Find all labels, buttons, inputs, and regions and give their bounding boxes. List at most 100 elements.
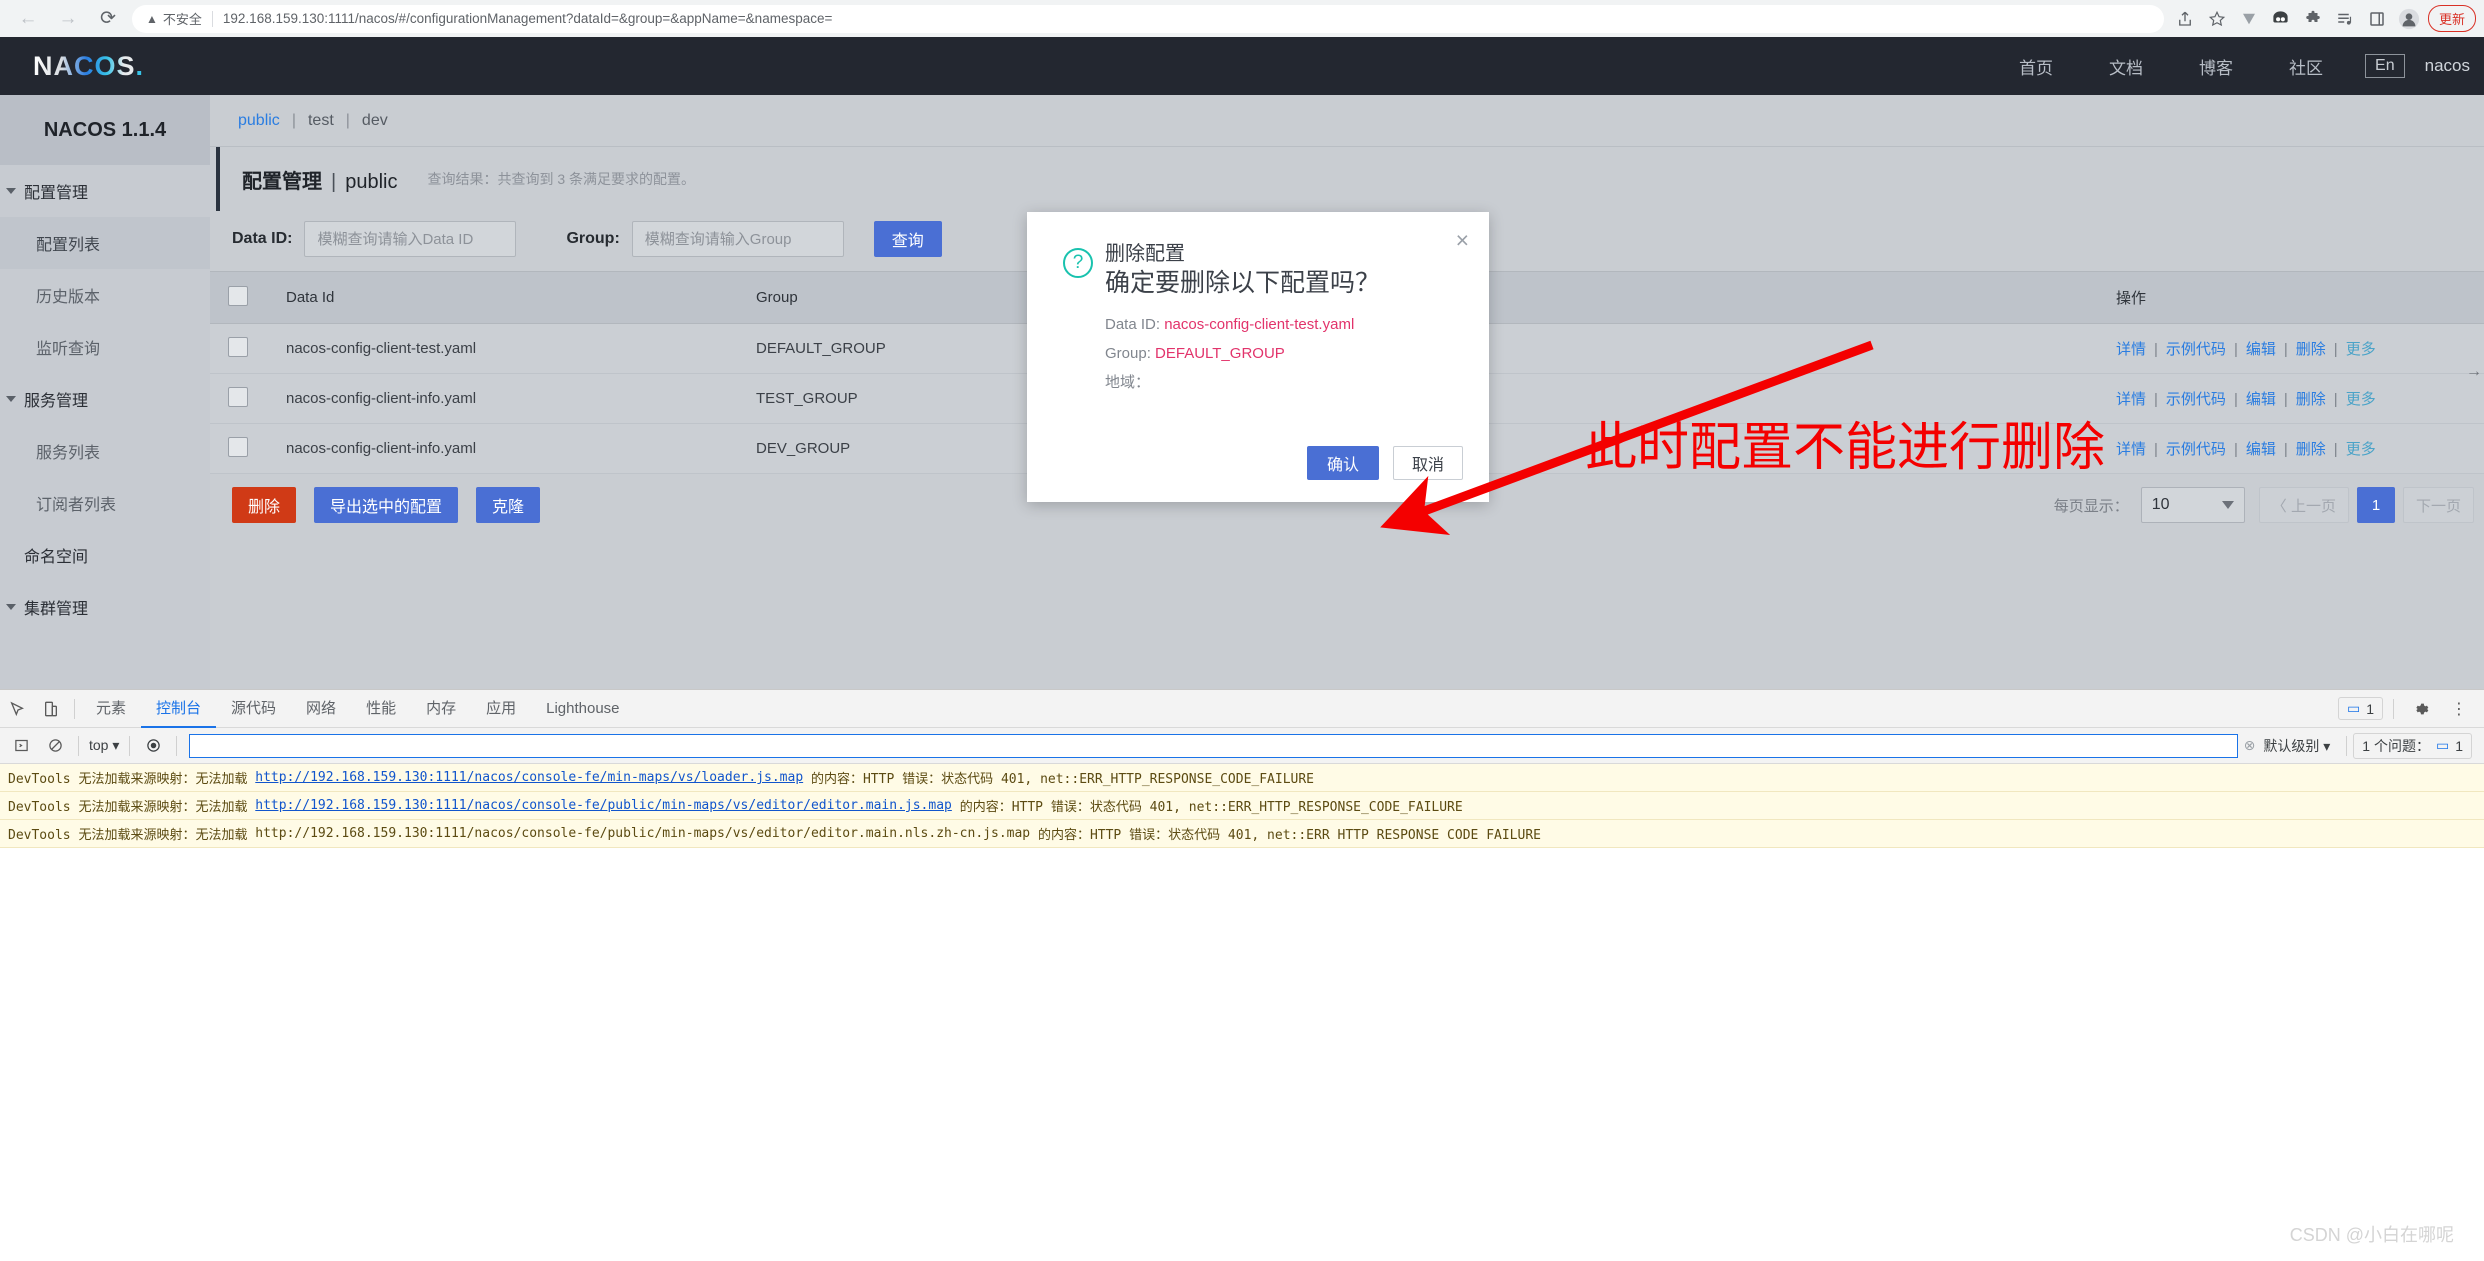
address-bar[interactable]: ▲ 不安全 192.168.159.130:1111/nacos/#/confi… (132, 4, 2164, 33)
op-detail[interactable]: 详情 (2116, 441, 2146, 458)
sidebar-item-subscriber-list[interactable]: 订阅者列表 (0, 477, 210, 529)
user-menu[interactable]: nacos (2425, 56, 2474, 76)
op-detail[interactable]: 详情 (2116, 391, 2146, 408)
search-dataid-input[interactable] (304, 221, 517, 257)
nav-blog[interactable]: 博客 (2171, 54, 2261, 79)
issues-counter-chip[interactable]: ▭ 1 (2337, 697, 2383, 720)
op-detail[interactable]: 详情 (2116, 341, 2146, 358)
op-sample-code[interactable]: 示例代码 (2166, 341, 2226, 358)
back-arrow-icon[interactable]: ← (8, 4, 48, 34)
page-size-select[interactable]: 10 (2140, 487, 2245, 523)
op-edit[interactable]: 编辑 (2246, 441, 2276, 458)
clear-console-icon[interactable] (38, 729, 72, 763)
search-submit-button[interactable]: 查询 (873, 221, 942, 257)
page-title-namespace: public (345, 170, 398, 193)
csdn-watermark: CSDN @小白在哪呢 (2289, 1225, 2454, 1245)
console-context-selector[interactable]: top ▾ (85, 737, 123, 754)
sidepanel-icon[interactable] (2362, 4, 2392, 34)
devtools-tab-console[interactable]: 控制台 (141, 690, 217, 728)
namespace-tab-public[interactable]: public (238, 112, 280, 130)
op-edit[interactable]: 编辑 (2246, 391, 2276, 408)
search-group-input[interactable] (631, 221, 844, 257)
console-message-url[interactable]: http://192.168.159.130:1111/nacos/consol… (255, 770, 803, 785)
gear-icon[interactable] (2404, 692, 2438, 726)
sidebar-item-config-management[interactable]: 配置管理 (0, 165, 210, 217)
devtools-tab-network[interactable]: 网络 (291, 690, 351, 728)
device-toolbar-icon[interactable] (34, 692, 68, 726)
extension-panda-icon[interactable] (2266, 4, 2296, 34)
row-checkbox[interactable] (228, 436, 248, 457)
live-expression-eye-icon[interactable] (136, 729, 170, 763)
namespace-tab-dev[interactable]: dev (362, 112, 388, 130)
nav-community[interactable]: 社区 (2261, 54, 2351, 79)
op-sample-code[interactable]: 示例代码 (2166, 441, 2226, 458)
sidebar-item-service-list[interactable]: 服务列表 (0, 425, 210, 477)
export-selected-button[interactable]: 导出选中的配置 (314, 487, 459, 523)
sidebar-item-listener-query[interactable]: 监听查询 (0, 321, 210, 373)
row-operations: 详情 | 示例代码 | 编辑 | 删除 | 更多 (2098, 423, 2484, 474)
inspect-cursor-icon[interactable] (0, 692, 34, 726)
kebab-menu-icon[interactable]: ⋮ (2442, 692, 2476, 726)
clear-filter-icon[interactable]: ⊗ (2244, 737, 2256, 754)
console-filter-input[interactable] (189, 733, 2238, 758)
console-level-dropdown[interactable]: 默认级别 ▾ (2263, 736, 2330, 756)
console-message-url[interactable]: http://192.168.159.130:1111/nacos/consol… (255, 798, 952, 813)
profile-avatar-icon[interactable] (2394, 4, 2424, 34)
page-number-1[interactable]: 1 (2356, 487, 2395, 523)
playlist-icon[interactable] (2330, 4, 2360, 34)
op-delete[interactable]: 删除 (2296, 391, 2326, 408)
devtools-tab-sources[interactable]: 源代码 (216, 690, 291, 728)
op-delete[interactable]: 删除 (2296, 341, 2326, 358)
share-icon[interactable] (2170, 4, 2200, 34)
reload-icon[interactable]: ⟳ (88, 4, 128, 34)
op-more[interactable]: 更多 (2346, 441, 2376, 458)
select-all-cell (210, 271, 268, 324)
sidebar-item-namespace[interactable]: 命名空间 (0, 529, 210, 581)
op-more[interactable]: 更多 (2346, 391, 2376, 408)
puzzle-icon[interactable] (2298, 4, 2328, 34)
delete-button[interactable]: 删除 (232, 487, 297, 523)
forward-arrow-icon[interactable]: → (48, 4, 88, 34)
op-edit[interactable]: 编辑 (2246, 341, 2276, 358)
devtools-tab-memory[interactable]: 内存 (411, 690, 471, 728)
next-page-button[interactable]: 下一页 (2402, 487, 2474, 523)
download-icon[interactable] (2234, 4, 2264, 34)
row-checkbox[interactable] (228, 336, 248, 357)
dialog-cancel-button[interactable]: 取消 (1392, 446, 1463, 480)
nav-docs[interactable]: 文档 (2081, 54, 2171, 79)
op-delete[interactable]: 删除 (2296, 441, 2326, 458)
namespace-tab-test[interactable]: test (308, 112, 334, 130)
console-sidebar-toggle-icon[interactable] (4, 729, 38, 763)
sidebar-item-service-management[interactable]: 服务管理 (0, 373, 210, 425)
console-message-prefix: DevTools 无法加载来源映射：无法加载 (8, 772, 248, 787)
page-title-text: 配置管理 (242, 170, 322, 193)
devtools-tab-application[interactable]: 应用 (471, 690, 531, 728)
prev-page-button[interactable]: 〈 上一页 (2258, 487, 2349, 523)
horizontal-scroll-indicator[interactable]: → (2466, 363, 2482, 381)
dialog-dataid-row: Data ID: nacos-config-client-test.yaml (1105, 310, 1461, 339)
select-all-checkbox[interactable] (228, 285, 248, 306)
devtools-tab-elements[interactable]: 元素 (81, 690, 141, 728)
star-icon[interactable] (2202, 4, 2232, 34)
sidebar-item-history-versions[interactable]: 历史版本 (0, 269, 210, 321)
chevron-down-icon (2221, 501, 2234, 509)
op-sample-code[interactable]: 示例代码 (2166, 391, 2226, 408)
nacos-logo[interactable]: NACOS. (33, 51, 143, 82)
issues-summary-chip[interactable]: 1 个问题： ▭ 1 (2353, 732, 2472, 759)
screenshot-root: ← → ⟳ ▲ 不安全 192.168.159.130:1111/nacos/#… (0, 0, 2484, 1261)
language-switch-button[interactable]: En (2365, 54, 2405, 78)
close-icon[interactable]: × (1456, 229, 1469, 252)
sidebar-item-config-list[interactable]: 配置列表 (0, 217, 210, 269)
op-more[interactable]: 更多 (2346, 341, 2376, 358)
dialog-confirm-button[interactable]: 确认 (1306, 446, 1379, 480)
row-checkbox[interactable] (228, 386, 248, 407)
update-button[interactable]: 更新 (2427, 5, 2476, 32)
devtools-tab-lighthouse[interactable]: Lighthouse (531, 690, 634, 728)
divider (176, 735, 178, 756)
nav-home[interactable]: 首页 (1991, 54, 2081, 79)
namespace-tabs: public | test | dev (210, 95, 2484, 147)
devtools-tab-performance[interactable]: 性能 (351, 690, 411, 728)
sidebar-item-cluster-management[interactable]: 集群管理 (0, 581, 210, 633)
clone-button[interactable]: 克隆 (476, 487, 541, 523)
console-message-url[interactable]: http://192.168.159.130:1111/nacos/consol… (255, 826, 1030, 841)
